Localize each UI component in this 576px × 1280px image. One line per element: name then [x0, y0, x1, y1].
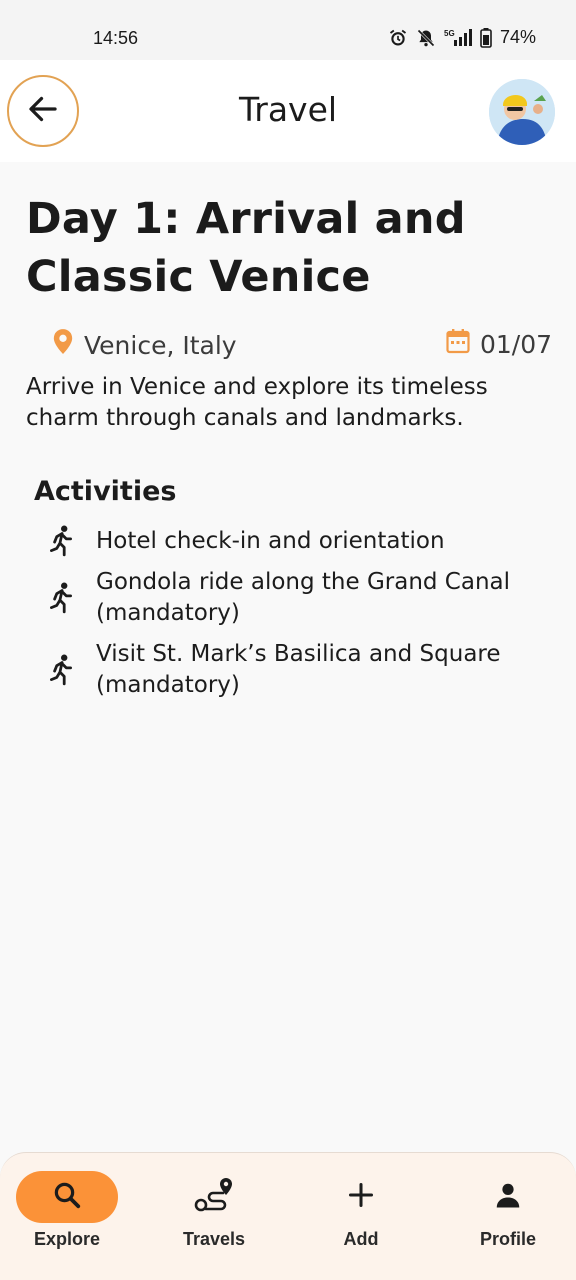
mute-icon	[416, 28, 436, 48]
nav-add-label: Add	[343, 1229, 379, 1249]
running-icon	[26, 654, 96, 686]
location-pin-icon	[52, 328, 74, 362]
battery-percent: 74%	[499, 27, 536, 47]
date: 01/07	[446, 328, 552, 360]
nav-add[interactable]: Add	[301, 1171, 421, 1250]
day-description: Arrive in Venice and explore its timeles…	[26, 374, 488, 431]
activity-item: Gondola ride along the Grand Canal (mand…	[26, 567, 556, 629]
nav-explore[interactable]: Explore	[7, 1171, 127, 1250]
activity-label: Gondola ride along the Grand Canal (mand…	[96, 569, 511, 626]
status-time: 14:56	[93, 28, 139, 48]
status-bar: 14:56 5G 74%	[0, 0, 576, 60]
svg-text:5G: 5G	[444, 29, 455, 38]
nav-travels-pill[interactable]	[163, 1171, 265, 1223]
activities-heading: Activities	[34, 476, 177, 507]
location: Venice, Italy	[52, 328, 237, 362]
battery-icon	[480, 27, 492, 48]
app-header: Travel	[0, 60, 576, 162]
nav-add-pill[interactable]	[310, 1171, 412, 1223]
date-text: 01/07	[479, 329, 552, 359]
activity-label: Visit St. Mark’s Basilica and Square (ma…	[96, 641, 501, 698]
activity-list: Hotel check-in and orientation Gondola r…	[26, 525, 556, 701]
plus-icon	[347, 1181, 375, 1213]
signal-5g-icon: 5G	[444, 28, 472, 48]
activity-label: Hotel check-in and orientation	[96, 527, 445, 554]
route-icon	[193, 1176, 235, 1218]
meta-row: Venice, Italy 01/07	[26, 322, 556, 372]
nav-explore-pill[interactable]	[16, 1171, 118, 1223]
running-icon	[26, 525, 96, 557]
nav-explore-label: Explore	[33, 1229, 101, 1249]
day-title: Day 1: Arrival and Classic Venice	[26, 194, 466, 302]
status-icons: 5G 74%	[388, 27, 536, 48]
alarm-icon	[388, 28, 408, 48]
activity-item: Hotel check-in and orientation	[26, 525, 556, 557]
nav-profile[interactable]: Profile	[448, 1171, 568, 1250]
bottom-nav: Explore Travels Add Profile	[0, 1152, 576, 1280]
person-icon	[493, 1180, 523, 1214]
search-icon	[52, 1180, 82, 1214]
running-icon	[26, 582, 96, 614]
day-detail: Day 1: Arrival and Classic Venice Venice…	[26, 190, 556, 711]
nav-travels[interactable]: Travels	[154, 1171, 274, 1250]
nav-profile-pill[interactable]	[457, 1171, 559, 1223]
nav-profile-label: Profile	[479, 1229, 536, 1249]
location-text: Venice, Italy	[84, 330, 237, 360]
activity-item: Visit St. Mark’s Basilica and Square (ma…	[26, 639, 556, 701]
nav-travels-label: Travels	[182, 1229, 246, 1249]
avatar[interactable]	[489, 79, 555, 145]
calendar-icon	[446, 328, 470, 360]
